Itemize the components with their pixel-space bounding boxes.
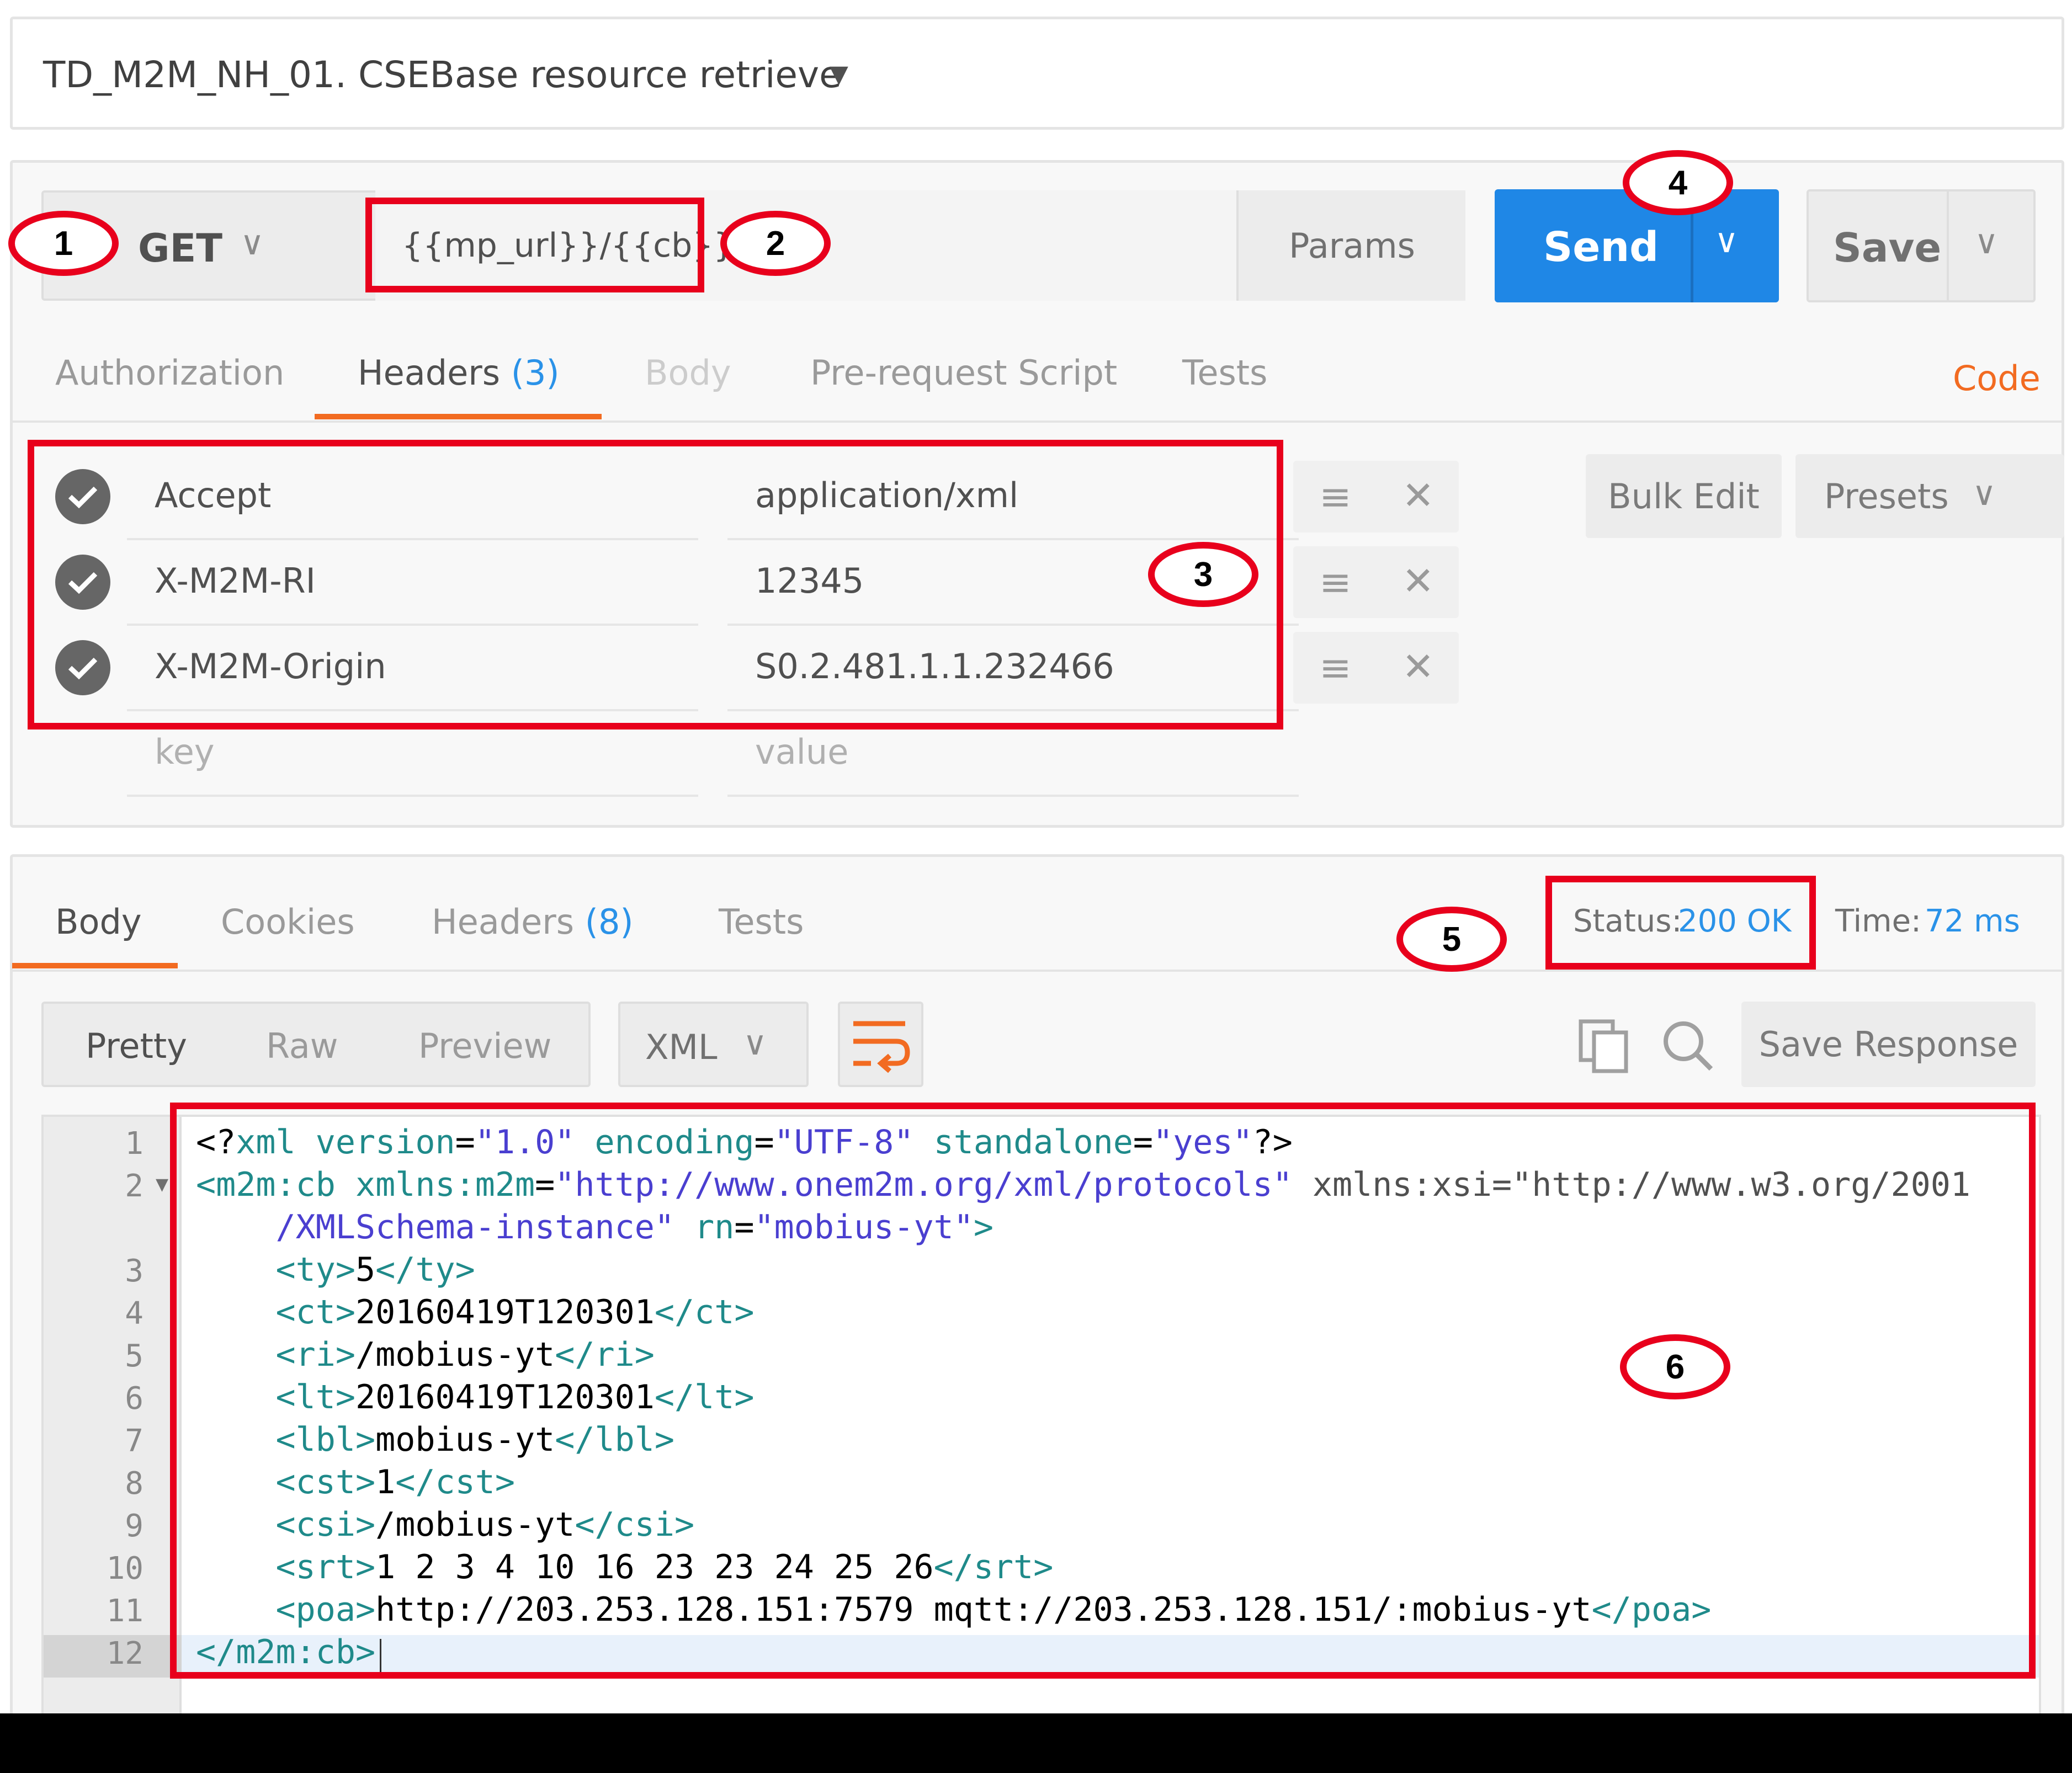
tab-response-body[interactable]: Body <box>55 905 142 939</box>
tab-headers-count: (3) <box>511 353 560 393</box>
tab-body[interactable]: Body <box>645 356 731 390</box>
annotation-box-headers <box>28 440 1283 730</box>
save-label: Save <box>1833 225 1942 271</box>
chevron-down-icon: ∨ <box>240 224 264 263</box>
line-number: 7 <box>125 1423 144 1459</box>
line-number: 10 <box>106 1551 144 1586</box>
close-icon[interactable]: ✕ <box>1402 562 1435 600</box>
tab-response-tests[interactable]: Tests <box>719 905 804 939</box>
search-icon[interactable] <box>1660 1018 1715 1073</box>
line-number: 2 <box>125 1168 144 1204</box>
callout-3: 3 <box>1148 542 1258 607</box>
line-number: 8 <box>125 1466 144 1502</box>
annotation-box-status <box>1545 876 1816 970</box>
format-label: XML <box>645 1027 718 1067</box>
callout-2: 2 <box>720 211 831 276</box>
tab-response-headers[interactable]: Headers (8) <box>432 905 634 939</box>
bulk-edit-button[interactable]: Bulk Edit <box>1586 454 1782 538</box>
chevron-down-icon: ∨ <box>743 1024 767 1063</box>
close-icon[interactable]: ✕ <box>1402 476 1435 515</box>
tab-pre-request-script[interactable]: Pre-request Script <box>810 356 1117 390</box>
close-icon[interactable]: ✕ <box>1402 647 1435 686</box>
line-number: 9 <box>125 1508 144 1544</box>
active-tab-underline <box>12 963 178 968</box>
presets-label: Presets <box>1824 476 1949 517</box>
params-button[interactable]: Params <box>1236 190 1465 301</box>
save-response-button[interactable]: Save Response <box>1741 1002 2036 1087</box>
view-pretty-button[interactable]: Pretty <box>86 1029 187 1063</box>
bottom-bar <box>0 1713 2072 1773</box>
save-divider <box>1947 191 1949 300</box>
annotation-box-url <box>365 198 704 292</box>
callout-5: 5 <box>1396 907 1507 972</box>
fold-arrow-icon[interactable]: ▼ <box>156 1176 168 1193</box>
tab-authorization[interactable]: Authorization <box>55 356 284 390</box>
tab-cookies[interactable]: Cookies <box>221 905 355 939</box>
chevron-down-icon[interactable]: ∨ <box>1714 225 1739 258</box>
callout-6: 6 <box>1620 1334 1730 1399</box>
method-label: GET <box>138 226 223 271</box>
line-number: 11 <box>106 1593 144 1629</box>
wrap-toggle-button[interactable] <box>838 1002 923 1087</box>
line-number: 3 <box>125 1253 144 1289</box>
time-value: 72 ms <box>1925 903 2020 939</box>
response-tabs-separator <box>10 970 2064 972</box>
line-number: 6 <box>125 1381 144 1417</box>
presets-dropdown[interactable]: Presets ∨ <box>1795 454 2064 538</box>
send-label: Send <box>1543 223 1659 271</box>
params-label: Params <box>1289 225 1415 266</box>
time-label: Time: <box>1835 903 1921 939</box>
annotation-box-response-body <box>170 1103 2036 1679</box>
active-tab-underline <box>315 414 602 419</box>
request-title[interactable]: TD_M2M_NH_01. CSEBase resource retrieve <box>43 57 842 93</box>
tab-response-headers-label: Headers <box>432 902 575 942</box>
drag-handle-icon[interactable]: ≡ <box>1319 648 1352 687</box>
line-number: 4 <box>125 1296 144 1332</box>
view-raw-button[interactable]: Raw <box>266 1029 338 1063</box>
drag-handle-icon[interactable]: ≡ <box>1319 563 1352 601</box>
callout-1: 1 <box>8 211 119 276</box>
tab-response-headers-count: (8) <box>585 902 634 942</box>
line-number: 1 <box>125 1126 144 1162</box>
tab-headers[interactable]: Headers (3) <box>358 356 560 390</box>
tab-tests[interactable]: Tests <box>1182 356 1267 390</box>
chevron-down-icon[interactable]: ∨ <box>1974 226 1999 259</box>
line-number: 12 <box>106 1636 144 1671</box>
drag-handle-icon[interactable]: ≡ <box>1319 477 1352 516</box>
code-link[interactable]: Code <box>1953 361 2041 396</box>
wrap-lines-icon <box>853 1021 910 1073</box>
request-title-bar[interactable]: TD_M2M_NH_01. CSEBase resource retrieve … <box>10 17 2064 130</box>
copy-icon[interactable] <box>1577 1018 1630 1073</box>
tabs-separator <box>10 420 2064 423</box>
callout-4: 4 <box>1623 150 1733 215</box>
chevron-down-icon[interactable]: ▼ <box>830 62 848 87</box>
format-select[interactable]: XML ∨ <box>618 1002 809 1087</box>
view-preview-button[interactable]: Preview <box>418 1029 551 1063</box>
chevron-down-icon: ∨ <box>1972 475 1996 513</box>
send-button[interactable]: Send ∨ <box>1495 189 1779 302</box>
save-button[interactable]: Save ∨ <box>1807 189 2036 302</box>
line-number: 5 <box>125 1338 144 1374</box>
tab-headers-label: Headers <box>358 353 501 393</box>
